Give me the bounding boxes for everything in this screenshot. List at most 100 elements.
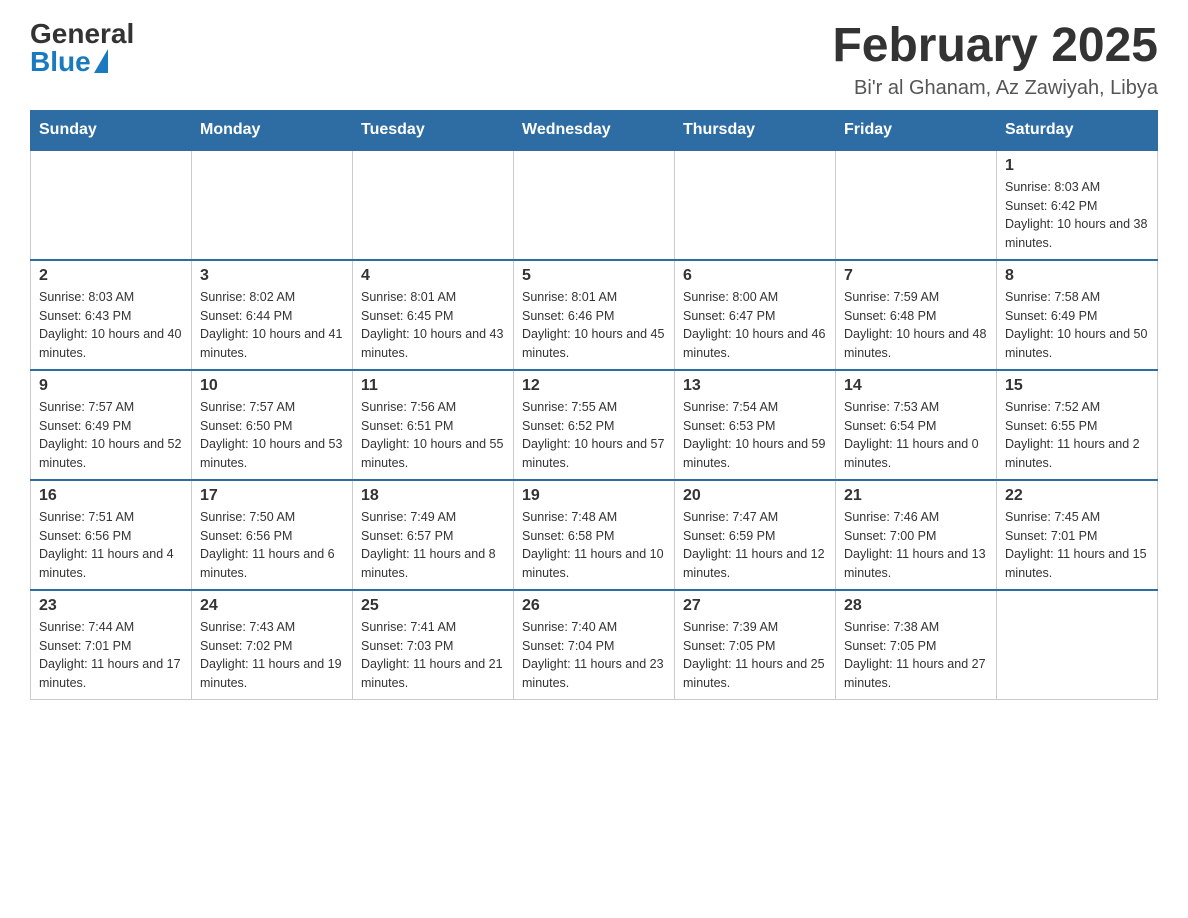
day-number: 1 [1005, 157, 1149, 175]
week-row-1: 1 Sunrise: 8:03 AM Sunset: 6:42 PM Daylig… [31, 150, 1158, 260]
calendar-cell [192, 150, 353, 260]
logo: General Blue [30, 20, 134, 76]
calendar-cell [353, 150, 514, 260]
day-number: 8 [1005, 267, 1149, 285]
calendar-cell: 12 Sunrise: 7:55 AM Sunset: 6:52 PM Dayli… [514, 370, 675, 480]
calendar-cell: 8 Sunrise: 7:58 AM Sunset: 6:49 PM Daylig… [997, 260, 1158, 370]
day-info: Sunrise: 7:40 AM Sunset: 7:04 PM Dayligh… [522, 618, 666, 693]
day-header-sunday: Sunday [31, 110, 192, 150]
calendar-header-row: SundayMondayTuesdayWednesdayThursdayFrid… [31, 110, 1158, 150]
calendar-cell: 14 Sunrise: 7:53 AM Sunset: 6:54 PM Dayli… [836, 370, 997, 480]
logo-triangle-icon [94, 49, 108, 73]
calendar-cell: 13 Sunrise: 7:54 AM Sunset: 6:53 PM Dayli… [675, 370, 836, 480]
calendar-cell: 17 Sunrise: 7:50 AM Sunset: 6:56 PM Dayli… [192, 480, 353, 590]
day-number: 7 [844, 267, 988, 285]
page-header: General Blue February 2025 Bi'r al Ghana… [30, 20, 1158, 100]
day-info: Sunrise: 7:58 AM Sunset: 6:49 PM Dayligh… [1005, 288, 1149, 363]
title-section: February 2025 Bi'r al Ghanam, Az Zawiyah… [832, 20, 1158, 100]
week-row-2: 2 Sunrise: 8:03 AM Sunset: 6:43 PM Daylig… [31, 260, 1158, 370]
calendar-cell [836, 150, 997, 260]
calendar-cell [675, 150, 836, 260]
calendar-cell: 7Sunrise: 7:59 AM Sunset: 6:48 PM Daylig… [836, 260, 997, 370]
calendar-cell: 6 Sunrise: 8:00 AM Sunset: 6:47 PM Daylig… [675, 260, 836, 370]
day-number: 10 [200, 377, 344, 395]
calendar-cell: 10 Sunrise: 7:57 AM Sunset: 6:50 PM Dayli… [192, 370, 353, 480]
day-number: 12 [522, 377, 666, 395]
calendar-cell: 27 Sunrise: 7:39 AM Sunset: 7:05 PM Dayli… [675, 590, 836, 700]
day-info: Sunrise: 7:48 AM Sunset: 6:58 PM Dayligh… [522, 508, 666, 583]
day-info: Sunrise: 8:03 AM Sunset: 6:42 PM Dayligh… [1005, 178, 1149, 253]
day-number: 13 [683, 377, 827, 395]
day-info: Sunrise: 7:50 AM Sunset: 6:56 PM Dayligh… [200, 508, 344, 583]
day-info: Sunrise: 8:02 AM Sunset: 6:44 PM Dayligh… [200, 288, 344, 363]
week-row-4: 16 Sunrise: 7:51 AM Sunset: 6:56 PM Dayli… [31, 480, 1158, 590]
calendar-cell: 15Sunrise: 7:52 AM Sunset: 6:55 PM Dayli… [997, 370, 1158, 480]
day-info: Sunrise: 7:54 AM Sunset: 6:53 PM Dayligh… [683, 398, 827, 473]
day-header-saturday: Saturday [997, 110, 1158, 150]
calendar-cell: 22Sunrise: 7:45 AM Sunset: 7:01 PM Dayli… [997, 480, 1158, 590]
day-number: 21 [844, 487, 988, 505]
day-info: Sunrise: 8:01 AM Sunset: 6:45 PM Dayligh… [361, 288, 505, 363]
calendar-cell [31, 150, 192, 260]
subtitle: Bi'r al Ghanam, Az Zawiyah, Libya [832, 77, 1158, 100]
day-header-wednesday: Wednesday [514, 110, 675, 150]
day-info: Sunrise: 7:51 AM Sunset: 6:56 PM Dayligh… [39, 508, 183, 583]
calendar-cell: 28 Sunrise: 7:38 AM Sunset: 7:05 PM Dayli… [836, 590, 997, 700]
day-info: Sunrise: 8:03 AM Sunset: 6:43 PM Dayligh… [39, 288, 183, 363]
day-number: 17 [200, 487, 344, 505]
day-info: Sunrise: 7:55 AM Sunset: 6:52 PM Dayligh… [522, 398, 666, 473]
day-info: Sunrise: 7:56 AM Sunset: 6:51 PM Dayligh… [361, 398, 505, 473]
day-info: Sunrise: 7:41 AM Sunset: 7:03 PM Dayligh… [361, 618, 505, 693]
calendar-cell: 2 Sunrise: 8:03 AM Sunset: 6:43 PM Daylig… [31, 260, 192, 370]
week-row-5: 23Sunrise: 7:44 AM Sunset: 7:01 PM Dayli… [31, 590, 1158, 700]
logo-general-text: General [30, 20, 134, 48]
calendar-cell: 5 Sunrise: 8:01 AM Sunset: 6:46 PM Daylig… [514, 260, 675, 370]
day-info: Sunrise: 7:47 AM Sunset: 6:59 PM Dayligh… [683, 508, 827, 583]
day-number: 24 [200, 597, 344, 615]
calendar-cell [997, 590, 1158, 700]
calendar-cell: 26Sunrise: 7:40 AM Sunset: 7:04 PM Dayli… [514, 590, 675, 700]
calendar-cell: 9 Sunrise: 7:57 AM Sunset: 6:49 PM Daylig… [31, 370, 192, 480]
day-number: 22 [1005, 487, 1149, 505]
day-info: Sunrise: 7:57 AM Sunset: 6:49 PM Dayligh… [39, 398, 183, 473]
day-info: Sunrise: 7:38 AM Sunset: 7:05 PM Dayligh… [844, 618, 988, 693]
calendar-cell: 3 Sunrise: 8:02 AM Sunset: 6:44 PM Daylig… [192, 260, 353, 370]
day-info: Sunrise: 7:44 AM Sunset: 7:01 PM Dayligh… [39, 618, 183, 693]
day-number: 19 [522, 487, 666, 505]
day-number: 11 [361, 377, 505, 395]
calendar-cell: 18Sunrise: 7:49 AM Sunset: 6:57 PM Dayli… [353, 480, 514, 590]
day-number: 2 [39, 267, 183, 285]
day-number: 9 [39, 377, 183, 395]
day-number: 4 [361, 267, 505, 285]
calendar-cell: 24Sunrise: 7:43 AM Sunset: 7:02 PM Dayli… [192, 590, 353, 700]
day-number: 6 [683, 267, 827, 285]
day-number: 27 [683, 597, 827, 615]
calendar-cell: 21 Sunrise: 7:46 AM Sunset: 7:00 PM Dayli… [836, 480, 997, 590]
day-header-friday: Friday [836, 110, 997, 150]
day-number: 5 [522, 267, 666, 285]
day-number: 3 [200, 267, 344, 285]
calendar-cell: 23Sunrise: 7:44 AM Sunset: 7:01 PM Dayli… [31, 590, 192, 700]
day-info: Sunrise: 7:49 AM Sunset: 6:57 PM Dayligh… [361, 508, 505, 583]
day-header-monday: Monday [192, 110, 353, 150]
day-info: Sunrise: 7:52 AM Sunset: 6:55 PM Dayligh… [1005, 398, 1149, 473]
day-info: Sunrise: 8:01 AM Sunset: 6:46 PM Dayligh… [522, 288, 666, 363]
day-number: 25 [361, 597, 505, 615]
calendar-cell: 20Sunrise: 7:47 AM Sunset: 6:59 PM Dayli… [675, 480, 836, 590]
day-info: Sunrise: 7:57 AM Sunset: 6:50 PM Dayligh… [200, 398, 344, 473]
calendar-cell: 11 Sunrise: 7:56 AM Sunset: 6:51 PM Dayli… [353, 370, 514, 480]
day-number: 14 [844, 377, 988, 395]
day-info: Sunrise: 7:39 AM Sunset: 7:05 PM Dayligh… [683, 618, 827, 693]
day-number: 28 [844, 597, 988, 615]
calendar-cell: 1 Sunrise: 8:03 AM Sunset: 6:42 PM Daylig… [997, 150, 1158, 260]
calendar-cell [514, 150, 675, 260]
day-info: Sunrise: 7:53 AM Sunset: 6:54 PM Dayligh… [844, 398, 988, 473]
day-info: Sunrise: 8:00 AM Sunset: 6:47 PM Dayligh… [683, 288, 827, 363]
logo-blue-text: Blue [30, 48, 91, 76]
day-number: 16 [39, 487, 183, 505]
calendar-cell: 16 Sunrise: 7:51 AM Sunset: 6:56 PM Dayli… [31, 480, 192, 590]
calendar-cell: 25 Sunrise: 7:41 AM Sunset: 7:03 PM Dayli… [353, 590, 514, 700]
day-info: Sunrise: 7:46 AM Sunset: 7:00 PM Dayligh… [844, 508, 988, 583]
calendar-table: SundayMondayTuesdayWednesdayThursdayFrid… [30, 110, 1158, 700]
day-header-tuesday: Tuesday [353, 110, 514, 150]
